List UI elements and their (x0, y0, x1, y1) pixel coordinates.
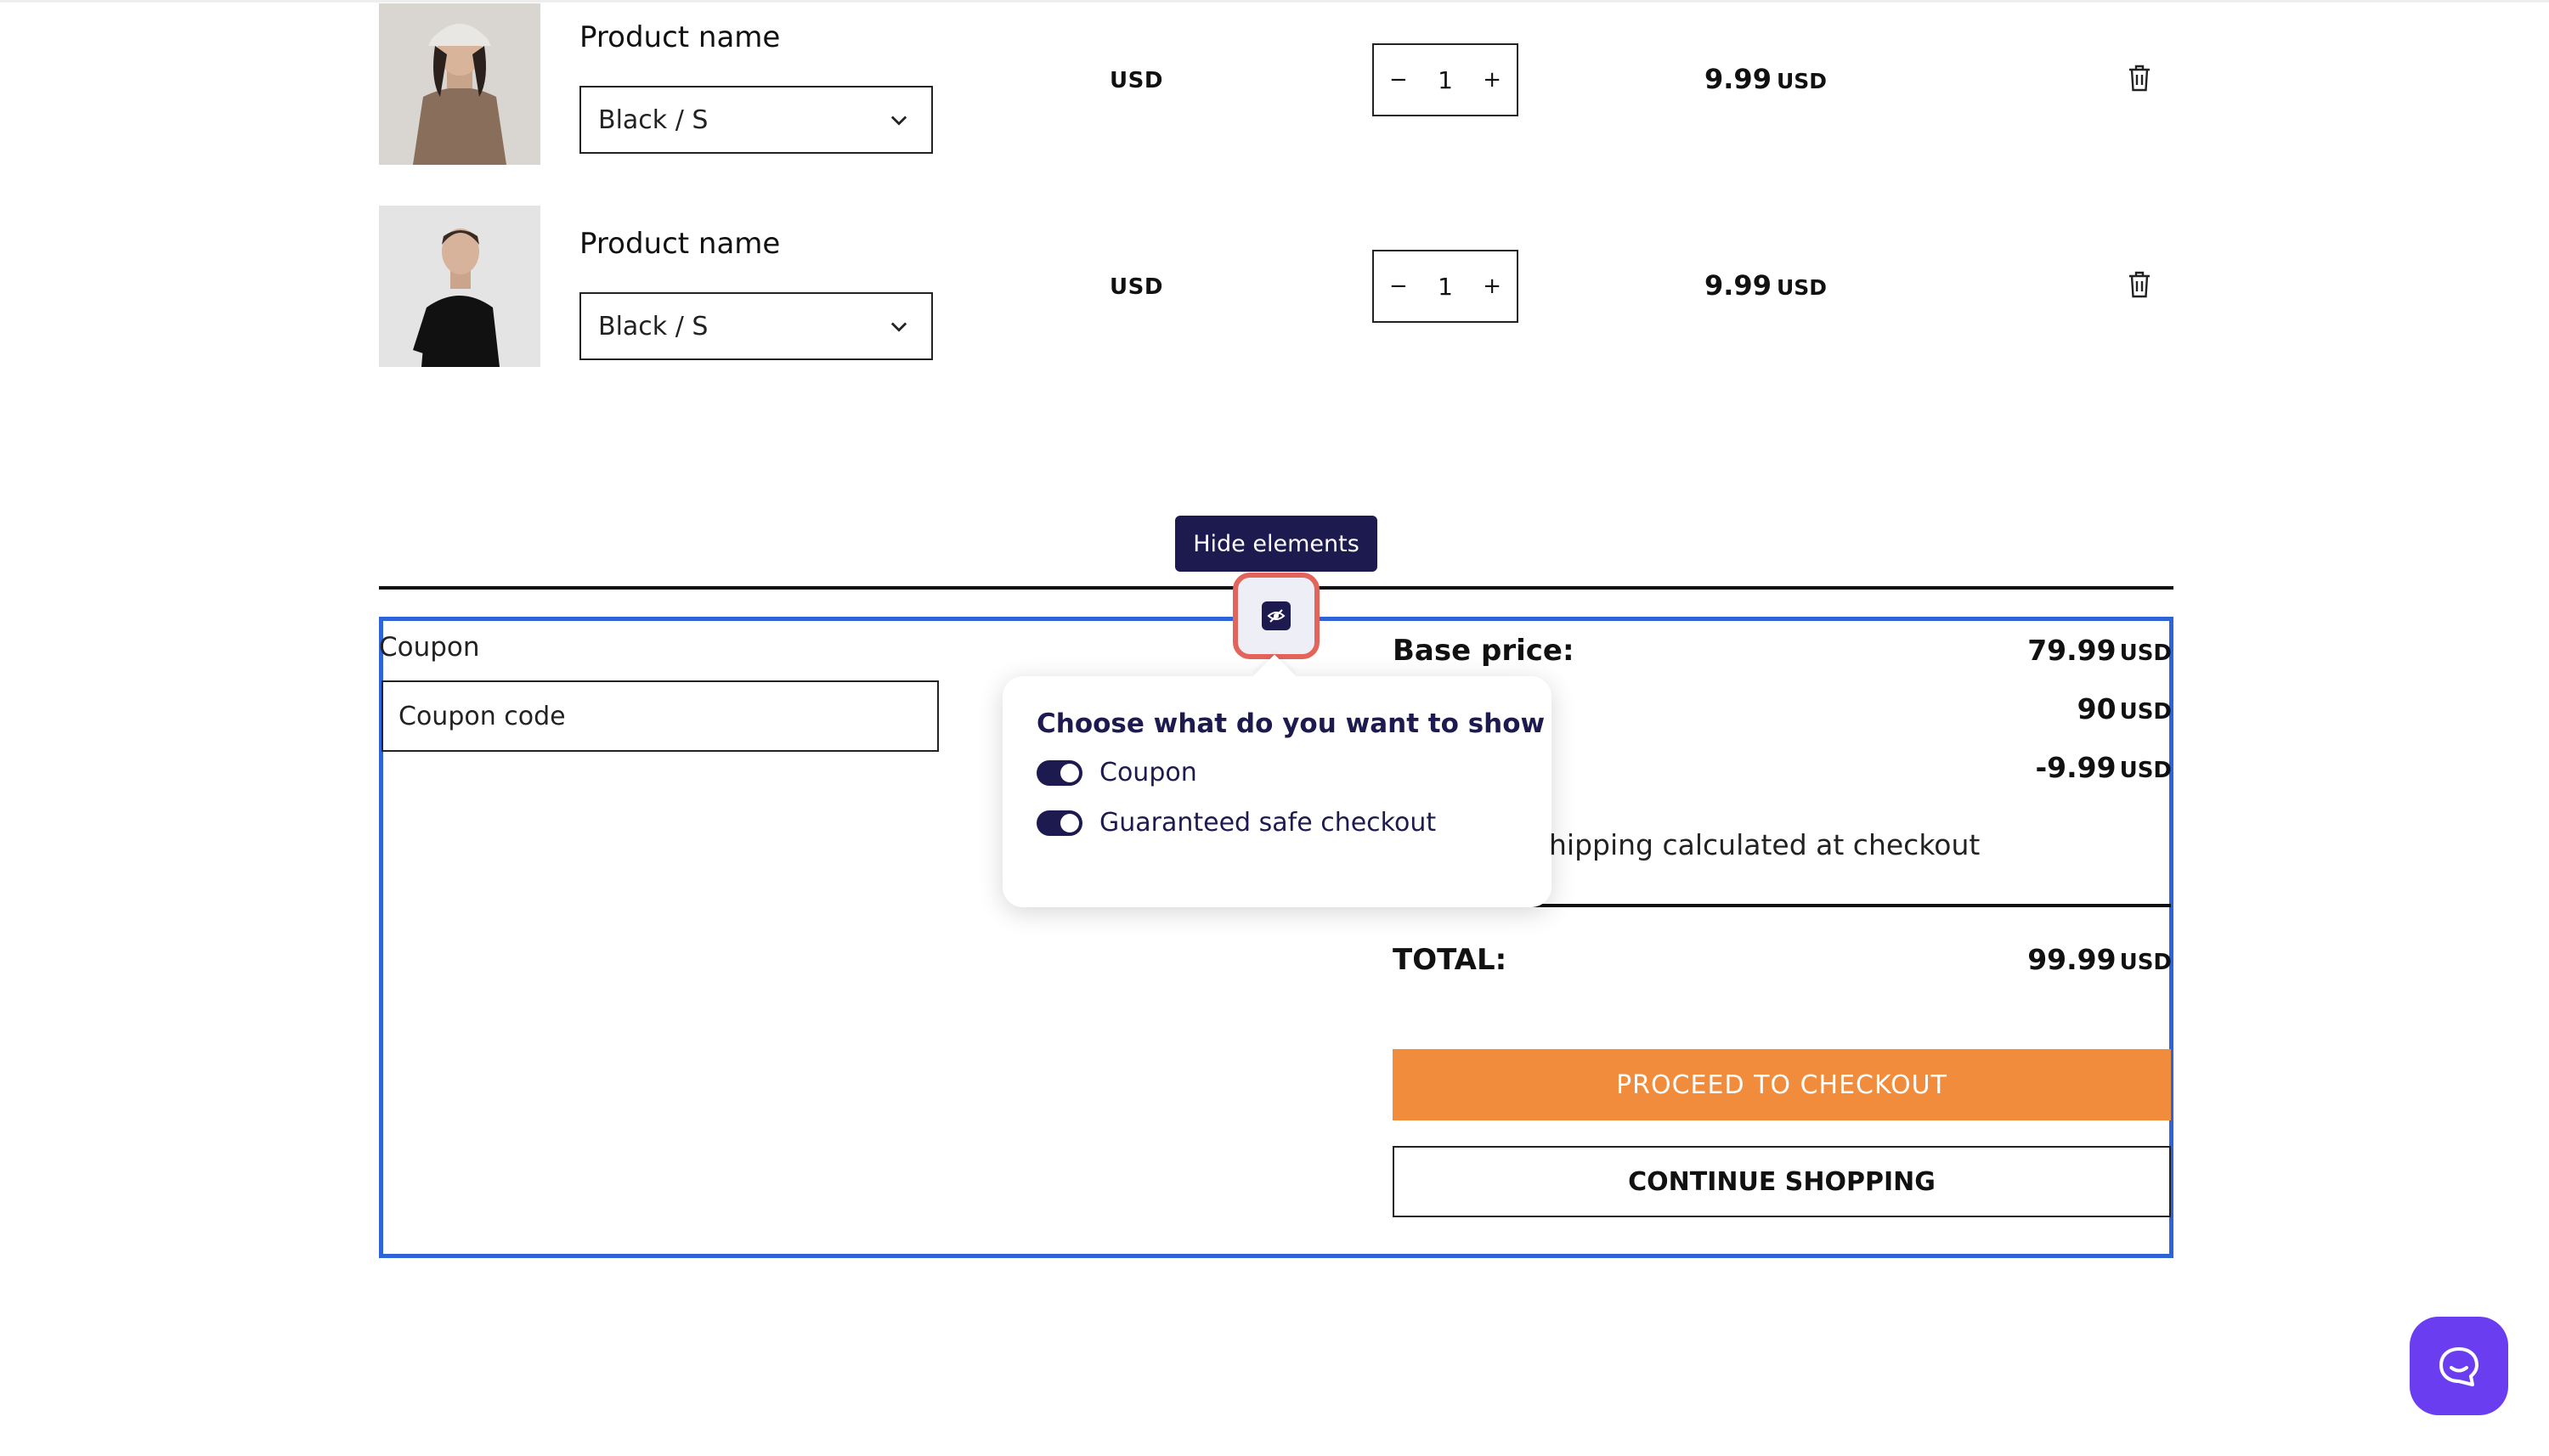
continue-shopping-button[interactable]: CONTINUE SHOPPING (1393, 1146, 2171, 1217)
line-price: 9.99 USD (1704, 269, 1827, 302)
discount-value: -9.99 USD (2022, 751, 2172, 784)
toggle-label: Guaranteed safe checkout (1099, 808, 1437, 838)
total-amount: 99.99 (2027, 943, 2117, 976)
price-currency: USD (1776, 275, 1828, 300)
product-name[interactable]: Product name (579, 227, 780, 261)
safe-checkout-toggle[interactable] (1037, 810, 1082, 836)
base-price-label: Base price: (1393, 634, 1574, 668)
eye-slash-icon (1262, 601, 1291, 630)
base-price-amount: 79.99 (2027, 634, 2117, 667)
base-price-currency: USD (2119, 641, 2172, 666)
chevron-down-icon (890, 322, 907, 332)
show-elements-popup: Choose what do you want to show Coupon G… (1003, 676, 1551, 907)
toggle-option-coupon[interactable]: Coupon (1037, 758, 1518, 787)
price-value: 9.99 (1704, 269, 1772, 302)
hide-elements-tooltip: Hide elements (1175, 516, 1377, 572)
hide-elements-button[interactable] (1233, 573, 1320, 659)
variant-value: Black / S (598, 104, 709, 135)
product-name[interactable]: Product name (579, 20, 780, 54)
shipping-note: hipping calculated at checkout (1549, 828, 1981, 861)
variant-select[interactable]: Black / S (579, 86, 933, 154)
toggle-option-safe-checkout[interactable]: Guaranteed safe checkout (1037, 808, 1518, 838)
quantity-stepper[interactable]: − 1 + (1372, 250, 1518, 323)
trash-icon[interactable] (2127, 64, 2152, 96)
coupon-toggle[interactable] (1037, 759, 1082, 786)
toggle-label: Coupon (1099, 758, 1197, 787)
currency-label: USD (1110, 68, 1163, 93)
coupon-label: Coupon (379, 632, 480, 663)
chevron-down-icon (890, 116, 907, 126)
total-currency: USD (2119, 950, 2172, 975)
price-currency: USD (1776, 69, 1828, 93)
increase-button[interactable]: + (1483, 274, 1501, 299)
proceed-to-checkout-button[interactable]: PROCEED TO CHECKOUT (1393, 1049, 2171, 1120)
summary-row-value: 90 USD (2022, 692, 2172, 725)
total-label: TOTAL: (1393, 943, 1507, 977)
chat-widget-button[interactable] (2410, 1317, 2508, 1415)
decrease-button[interactable]: − (1389, 67, 1408, 93)
price-value: 9.99 (1704, 63, 1772, 95)
trash-icon[interactable] (2127, 270, 2152, 302)
discount-currency: USD (2119, 758, 2172, 783)
summary-row-currency: USD (2119, 699, 2172, 725)
decrease-button[interactable]: − (1389, 274, 1408, 299)
base-price-value: 79.99 USD (2022, 634, 2172, 667)
currency-label: USD (1110, 274, 1163, 300)
variant-select[interactable]: Black / S (579, 292, 933, 360)
variant-value: Black / S (598, 311, 709, 341)
quantity-value[interactable]: 1 (1438, 66, 1453, 94)
chat-icon (2439, 1347, 2478, 1386)
top-border (0, 0, 2549, 3)
quantity-value[interactable]: 1 (1438, 273, 1453, 301)
quantity-stepper[interactable]: − 1 + (1372, 43, 1518, 116)
product-image[interactable] (379, 206, 540, 367)
discount-amount: -9.99 (2035, 751, 2117, 784)
increase-button[interactable]: + (1483, 67, 1501, 93)
total-value: 99.99 USD (2022, 943, 2172, 976)
summary-row-amount: 90 (2077, 692, 2117, 725)
line-price: 9.99 USD (1704, 63, 1827, 95)
product-image[interactable] (379, 3, 540, 165)
popup-title: Choose what do you want to show (1037, 708, 1546, 739)
coupon-input[interactable]: Coupon code (382, 680, 939, 752)
